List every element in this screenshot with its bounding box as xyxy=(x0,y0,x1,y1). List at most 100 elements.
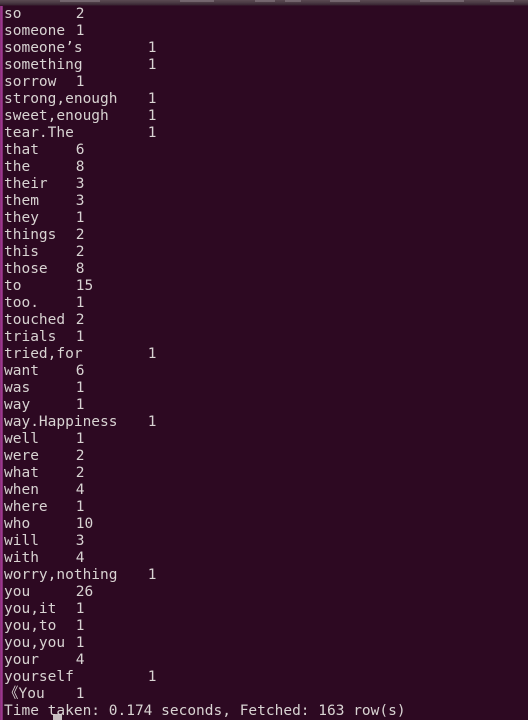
result-count: 2 xyxy=(75,244,85,260)
result-row: where 1 xyxy=(4,499,528,516)
result-word: sweet,enough xyxy=(4,108,109,124)
result-word: worry,nothing xyxy=(4,567,118,583)
result-row: when 4 xyxy=(4,482,528,499)
result-word: someone’s xyxy=(4,40,83,56)
result-count: 1 xyxy=(147,57,157,73)
terminal-screen[interactable]: so 2 someone 1 someone’s 1 something 1 sorrow 1st… xyxy=(4,6,528,720)
result-word: well xyxy=(4,431,39,447)
result-word: way xyxy=(4,397,31,413)
result-word: who xyxy=(4,516,31,532)
result-word: you,it xyxy=(4,601,57,617)
result-row: sorrow 1 xyxy=(4,74,528,91)
result-word: so xyxy=(4,6,22,22)
result-word: you xyxy=(4,584,31,600)
result-count: 1 xyxy=(147,346,157,362)
result-row: something 1 xyxy=(4,57,528,74)
result-count: 4 xyxy=(75,652,85,668)
result-row: this 2 xyxy=(4,244,528,261)
result-row: too. 1 xyxy=(4,295,528,312)
result-row: their 3 xyxy=(4,176,528,193)
result-word: their xyxy=(4,176,48,192)
result-word: with xyxy=(4,550,39,566)
titlebar-decoration xyxy=(490,0,514,2)
result-count: 2 xyxy=(75,448,85,464)
result-count: 2 xyxy=(75,465,85,481)
result-row: tear.The 1 xyxy=(4,125,528,142)
titlebar-decoration xyxy=(60,0,100,2)
result-count: 1 xyxy=(75,329,85,345)
result-count: 1 xyxy=(75,23,85,39)
result-row: sweet,enough 1 xyxy=(4,108,528,125)
result-word: was xyxy=(4,380,31,396)
result-word: the xyxy=(4,159,31,175)
result-row: worry,nothing 1 xyxy=(4,567,528,584)
result-count: 15 xyxy=(75,278,94,294)
titlebar-decoration xyxy=(255,0,275,2)
result-count: 6 xyxy=(75,142,85,158)
result-word: sorrow xyxy=(4,74,57,90)
result-row: them 3 xyxy=(4,193,528,210)
result-word: that xyxy=(4,142,39,158)
result-row: want 6 xyxy=(4,363,528,380)
result-row: they 1 xyxy=(4,210,528,227)
result-count: 6 xyxy=(75,363,85,379)
scrollbar-thumb[interactable] xyxy=(0,6,3,720)
terminal-scrollbar[interactable] xyxy=(0,6,3,720)
result-word: you,you xyxy=(4,635,66,651)
result-word: something xyxy=(4,57,83,73)
titlebar-decoration xyxy=(285,0,301,2)
result-row: way 1 xyxy=(4,397,528,414)
result-count: 4 xyxy=(75,482,85,498)
result-count: 1 xyxy=(147,91,157,107)
result-count: 1 xyxy=(75,601,85,617)
result-row: tried,for 1 xyxy=(4,346,528,363)
result-row: you 26 xyxy=(4,584,528,601)
result-word: where xyxy=(4,499,48,515)
result-row: 《You 1 xyxy=(4,686,528,703)
result-row: were 2 xyxy=(4,448,528,465)
result-word: too. xyxy=(4,295,39,311)
result-row: way.Happiness 1 xyxy=(4,414,528,431)
result-word: were xyxy=(4,448,39,464)
result-row: who 10 xyxy=(4,516,528,533)
result-row: those 8 xyxy=(4,261,528,278)
result-word: someone xyxy=(4,23,66,39)
result-word: strong,enough xyxy=(4,91,118,107)
result-row: someone 1 xyxy=(4,23,528,40)
result-count: 8 xyxy=(75,159,85,175)
result-count: 1 xyxy=(147,567,157,583)
result-word: want xyxy=(4,363,39,379)
result-row: that 6 xyxy=(4,142,528,159)
result-count: 1 xyxy=(75,295,85,311)
result-row: with 4 xyxy=(4,550,528,567)
result-count: 26 xyxy=(75,584,94,600)
result-count: 1 xyxy=(75,210,85,226)
result-count: 1 xyxy=(75,499,85,515)
result-row: yourself 1 xyxy=(4,669,528,686)
result-row: strong,enough 1 xyxy=(4,91,528,108)
result-row: the 8 xyxy=(4,159,528,176)
result-count: 2 xyxy=(75,6,85,22)
result-word: will xyxy=(4,533,39,549)
result-count: 1 xyxy=(147,669,157,685)
result-word: you,to xyxy=(4,618,57,634)
result-word: trials xyxy=(4,329,57,345)
result-count: 1 xyxy=(75,686,85,702)
terminal-cursor xyxy=(53,714,62,720)
result-word: to xyxy=(4,278,22,294)
result-word: this xyxy=(4,244,39,260)
result-count: 2 xyxy=(75,227,85,243)
result-row: well 1 xyxy=(4,431,528,448)
result-word: they xyxy=(4,210,39,226)
result-count: 1 xyxy=(147,108,157,124)
titlebar-decoration xyxy=(180,0,214,2)
result-count: 1 xyxy=(75,397,85,413)
result-row: will 3 xyxy=(4,533,528,550)
result-word: when xyxy=(4,482,39,498)
result-row: trials 1 xyxy=(4,329,528,346)
result-word: those xyxy=(4,261,48,277)
result-row: to 15 xyxy=(4,278,528,295)
result-word: what xyxy=(4,465,39,481)
query-result-output: so 2 someone 1 someone’s 1 something 1 sorrow 1st… xyxy=(4,6,528,703)
query-status-line: Time taken: 0.174 seconds, Fetched: 163 … xyxy=(4,703,406,719)
